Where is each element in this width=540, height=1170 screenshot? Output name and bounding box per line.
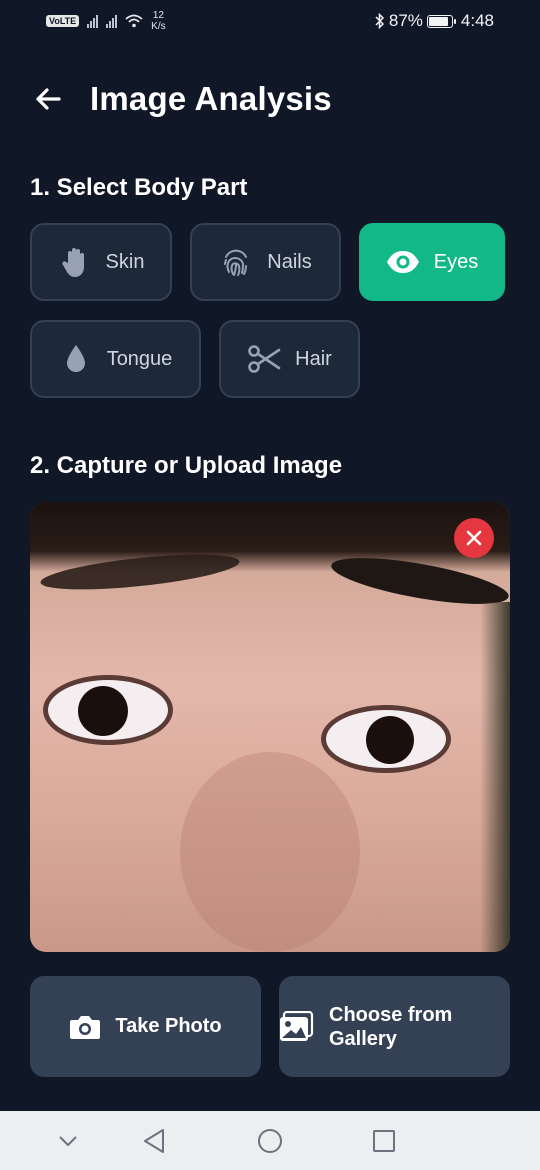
status-left: VoLTE 12 K/s	[46, 10, 166, 32]
body-part-label: Eyes	[433, 250, 479, 273]
battery-percent: 87%	[388, 11, 423, 30]
triangle-back-icon	[144, 1129, 164, 1153]
body-part-skin[interactable]: Skin	[30, 223, 172, 301]
photo-nose-shading	[180, 752, 360, 952]
volte-badge: VoLTE	[46, 15, 80, 27]
capture-upload-heading: 2. Capture or Upload Image	[30, 452, 343, 479]
system-navigation-bar	[0, 1111, 540, 1170]
battery-icon	[426, 14, 456, 28]
camera-icon	[70, 1015, 101, 1039]
body-part-nails[interactable]: Nails	[190, 223, 341, 301]
body-part-label: Tongue	[106, 347, 173, 370]
status-bar: VoLTE 12 K/s 87% 4:48	[0, 0, 540, 44]
photo-left-eye	[48, 680, 168, 740]
body-part-eyes[interactable]: Eyes	[359, 223, 505, 301]
take-photo-button[interactable]: Take Photo	[30, 976, 261, 1077]
choose-gallery-label: Choose from Gallery	[329, 1003, 452, 1051]
photo-hair-region	[30, 502, 510, 572]
nav-home-button[interactable]	[254, 1125, 286, 1157]
clock: 4:48	[460, 11, 494, 30]
hand-icon	[58, 245, 92, 279]
bluetooth-icon	[375, 13, 384, 29]
body-part-label: Hair	[295, 347, 332, 370]
chevron-down-icon	[59, 1136, 77, 1147]
network-speed: 12 K/s	[151, 10, 165, 32]
select-body-part-heading: 1. Select Body Part	[30, 174, 248, 201]
choose-gallery-line-1: Choose from	[329, 1003, 453, 1026]
app-header: Image Analysis	[30, 76, 332, 122]
arrow-left-icon	[36, 88, 61, 110]
body-part-label: Nails	[267, 250, 312, 273]
signal-icon	[87, 14, 99, 28]
page-title: Image Analysis	[90, 80, 332, 117]
gallery-icon	[280, 1010, 314, 1041]
remove-image-button[interactable]	[454, 518, 494, 558]
choose-gallery-button[interactable]: Choose from Gallery	[279, 976, 510, 1077]
close-icon	[466, 530, 482, 546]
body-part-hair[interactable]: Hair	[219, 320, 360, 398]
status-right: 87% 4:48	[375, 11, 494, 31]
photo-background-edge	[480, 602, 510, 952]
square-recents-icon	[373, 1130, 395, 1152]
nav-recents-button[interactable]	[368, 1125, 400, 1157]
scissors-icon	[247, 342, 281, 376]
wifi-icon	[125, 14, 143, 28]
eye-icon	[386, 245, 420, 279]
captured-image-preview	[30, 502, 510, 952]
droplet-icon	[59, 342, 93, 376]
signal-icon-2	[106, 14, 118, 28]
circle-home-icon	[258, 1129, 282, 1153]
body-part-tongue[interactable]: Tongue	[30, 320, 201, 398]
nav-back-button[interactable]	[138, 1125, 170, 1157]
nav-collapse-button[interactable]	[52, 1125, 84, 1157]
take-photo-label: Take Photo	[115, 1015, 222, 1037]
back-button[interactable]	[30, 81, 66, 117]
photo-right-pupil	[366, 716, 414, 764]
net-speed-value: 12	[152, 10, 164, 21]
fingerprint-icon	[219, 245, 253, 279]
choose-gallery-line-2: Gallery	[329, 1027, 397, 1050]
photo-left-pupil	[78, 686, 128, 736]
net-speed-unit: K/s	[151, 21, 166, 32]
photo-right-eye	[326, 710, 446, 768]
body-part-label: Skin	[105, 250, 145, 273]
